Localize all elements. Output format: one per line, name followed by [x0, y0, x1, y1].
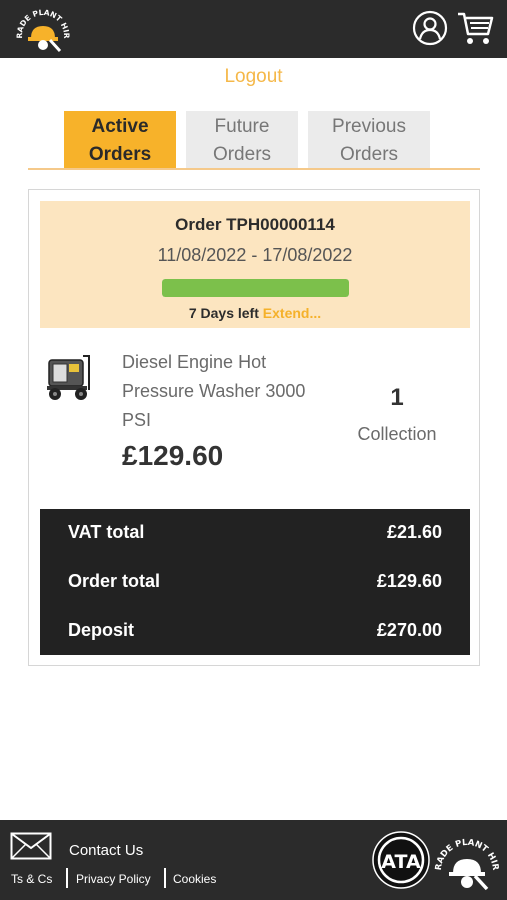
delivery-method: Collection	[357, 424, 437, 444]
product-quantity: 1	[390, 384, 404, 411]
tab-label-line1: Previous	[332, 116, 406, 137]
deposit-row: Deposit £270.00	[68, 620, 442, 644]
ata-badge-logo: ATA	[372, 831, 430, 889]
order-card: Order TPH00000114 11/08/2022 - 17/08/202…	[28, 189, 480, 666]
trade-plant-hire-footer-logo: TRADE PLANT HIRE	[433, 829, 500, 891]
hire-progress-bar	[162, 279, 349, 297]
order-total-value: £129.60	[376, 571, 442, 591]
trade-plant-hire-logo[interactable]: TRADE PLANT HIRE	[14, 6, 72, 54]
logout-link[interactable]: Logout	[0, 66, 507, 88]
footer-divider	[66, 868, 68, 888]
vat-total-value: £21.60	[386, 522, 442, 542]
footer-divider	[164, 868, 166, 888]
deposit-value: £270.00	[376, 620, 442, 640]
shopping-cart-icon[interactable]	[456, 10, 494, 46]
svg-text:ATA: ATA	[381, 851, 421, 873]
user-account-icon[interactable]	[412, 10, 448, 46]
contact-us-link[interactable]: Contact Us	[69, 842, 143, 859]
tab-label-line1: Active	[91, 116, 149, 137]
order-totals: VAT total £21.60 Order total £129.60 Dep…	[40, 509, 470, 655]
tab-label-line1: Future	[214, 116, 270, 137]
tab-label-line2: Orders	[339, 144, 399, 165]
order-title: Order TPH00000114	[175, 215, 335, 234]
mail-icon[interactable]	[10, 832, 52, 860]
order-dates: 11/08/2022 - 17/08/2022	[157, 245, 353, 265]
pressure-washer-image	[47, 355, 90, 400]
deposit-label: Deposit	[68, 620, 135, 640]
cookies-link[interactable]: Cookies	[173, 872, 216, 886]
app-header: TRADE PLANT HIRE	[0, 0, 507, 58]
tab-label-line2: Orders	[88, 144, 152, 165]
hire-progress-fill	[162, 279, 349, 297]
order-total-row: Order total £129.60	[68, 571, 442, 595]
extend-link[interactable]: Extend...	[263, 305, 321, 321]
vat-total-label: VAT total	[68, 522, 145, 542]
privacy-policy-link[interactable]: Privacy Policy	[76, 872, 151, 886]
order-total-label: Order total	[68, 571, 161, 591]
terms-link[interactable]: Ts & Cs	[11, 872, 52, 886]
tab-active-orders[interactable]: Active Orders	[64, 111, 176, 169]
tabs-underline	[28, 168, 480, 170]
tab-future-orders[interactable]: Future Orders	[186, 111, 298, 169]
days-left-text: 7 Days left	[188, 305, 259, 321]
product-price: £129.60	[122, 440, 224, 471]
vat-total-row: VAT total £21.60	[68, 522, 442, 546]
product-name: Diesel Engine Hot Pressure Washer 3000 P…	[122, 352, 306, 430]
days-left-row: 7 Days left Extend...	[40, 305, 470, 321]
tab-label-line2: Orders	[212, 144, 272, 165]
app-footer: Contact Us Ts & Cs Privacy Policy Cookie…	[0, 820, 507, 900]
order-summary-box: Order TPH00000114 11/08/2022 - 17/08/202…	[40, 201, 470, 328]
tab-previous-orders[interactable]: Previous Orders	[308, 111, 430, 169]
